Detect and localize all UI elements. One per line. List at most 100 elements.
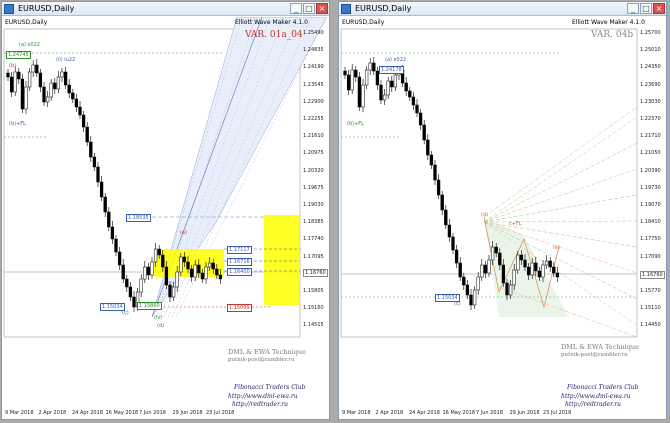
candle-body (426, 139, 430, 156)
price-tag: 1.15099 (227, 304, 252, 312)
fan-line (483, 116, 638, 223)
price-tag: 1.16716 (227, 258, 252, 266)
candle-body (143, 266, 147, 280)
price-tag: 1.15034 (100, 303, 125, 311)
price-axis-label: 1.18410 (640, 219, 661, 226)
candle-body (390, 80, 394, 88)
candle-body (42, 86, 46, 103)
close-button[interactable]: × (653, 3, 665, 14)
candle-body (494, 246, 498, 254)
close-button[interactable]: × (316, 3, 328, 14)
candle-body (505, 282, 509, 296)
wave-label: (d) (157, 323, 165, 329)
candle-body (530, 262, 534, 276)
price-axis-label: 1.19730 (640, 184, 661, 191)
footer-url-2[interactable]: http://redtrader.ru (565, 401, 621, 408)
candle-body (555, 272, 560, 278)
price-axis-label: 1.25010 (640, 47, 661, 54)
candle-body (476, 276, 480, 291)
candle-body (480, 264, 484, 278)
candle-body (153, 248, 158, 263)
price-axis-label: 1.22370 (640, 116, 661, 122)
price-axis-label: 1.19070 (640, 202, 661, 208)
candle-body (454, 249, 459, 264)
candle-body (382, 94, 387, 101)
candle-body (96, 166, 100, 183)
price-axis-label: 1.24835 (303, 47, 324, 54)
chart-window-right[interactable]: EURUSD,Daily _ □ × EURUSD,Daily Elliott … (338, 1, 667, 420)
candle-body (27, 71, 32, 88)
minimize-button[interactable]: _ (627, 3, 639, 14)
candle-body (433, 164, 437, 181)
wave-label: (b)+FL (347, 121, 364, 127)
candle-body (218, 274, 223, 280)
candle-body (117, 251, 122, 266)
price-axis-label: 1.20320 (303, 167, 324, 174)
candle-body (537, 270, 542, 278)
watermark-email: putnik-post@rambler.ru (561, 352, 628, 358)
window-titlebar[interactable]: EURUSD,Daily _ □ × (2, 2, 329, 16)
candle-body (354, 69, 358, 78)
candle-body (128, 286, 133, 298)
maximize-button[interactable]: □ (303, 3, 315, 14)
candle-body (501, 264, 506, 284)
fan-line (483, 106, 638, 218)
price-chart[interactable]: EURUSD,Daily Elliott Wave Maker 4.1.0 VA… (339, 17, 666, 419)
watermark-title: DML & EWA Technique (561, 343, 639, 351)
candle-body (462, 276, 466, 286)
candle-body (9, 76, 14, 93)
price-axis-label: 1.24190 (303, 64, 324, 71)
indicator-name: Elliott Wave Maker 4.1.0 (235, 19, 308, 26)
date-axis-label: 7 Jun 2018 (476, 410, 503, 416)
wave-label: (a) x022 (385, 57, 407, 63)
candle-body (114, 238, 118, 253)
minimize-button[interactable]: _ (290, 3, 302, 14)
candle-body (211, 262, 215, 270)
candle-body (71, 92, 75, 100)
candle-body (150, 261, 154, 276)
candle-body (215, 268, 219, 276)
chart-window-left[interactable]: EURUSD,Daily _ □ × EURUSD,Daily Elliott … (1, 1, 330, 420)
plot-frame (340, 28, 638, 338)
price-axis-label: 1.14450 (640, 322, 661, 329)
price-axis-label: 1.15160 (303, 305, 324, 312)
candle-body (508, 284, 513, 296)
candle-body (516, 254, 520, 271)
candle-body (436, 179, 441, 196)
candle-body (103, 196, 107, 213)
candle-body (164, 266, 169, 286)
date-axis-label: 16 May 2018 (105, 410, 139, 416)
indicator-name: Elliott Wave Maker 4.1.0 (572, 19, 645, 26)
candlestick-plot[interactable] (339, 17, 666, 419)
date-axis-label: 24 Apr 2018 (72, 410, 103, 416)
candle-body (20, 78, 25, 110)
fan-line (483, 220, 638, 223)
candle-body (121, 264, 125, 280)
price-axis-label: 1.17090 (640, 253, 661, 260)
candle-body (193, 264, 197, 278)
price-axis-label: 1.24350 (640, 64, 661, 71)
candle-body (447, 224, 452, 238)
date-axis-label: 23 Jul 2018 (543, 410, 572, 416)
candle-body (541, 264, 545, 278)
maximize-button[interactable]: □ (640, 3, 652, 14)
candle-body (161, 254, 165, 268)
price-axis-label: 1.21610 (303, 133, 324, 140)
watermark-title: DML & EWA Technique (228, 348, 306, 356)
window-titlebar[interactable]: EURUSD,Daily _ □ × (339, 2, 666, 16)
candle-body (404, 82, 408, 92)
price-axis-label: 1.21050 (640, 150, 661, 157)
candle-body (35, 64, 39, 74)
footer-title: Fibonacci Traders Club (567, 384, 639, 391)
candle-body (498, 252, 502, 266)
footer-url-1[interactable]: http://www.dml-ewa.ru (228, 393, 298, 400)
footer-url-1[interactable]: http://www.dml-ewa.ru (561, 393, 631, 400)
price-chart[interactable]: EURUSD,Daily Elliott Wave Maker 4.1.0 VA… (2, 17, 329, 419)
candle-body (81, 114, 86, 128)
wave-label: (a) x022 (19, 42, 41, 48)
footer-url-2[interactable]: http://redtrader.ru (232, 401, 288, 408)
date-axis-label: 9 Mar 2018 (5, 410, 34, 416)
candle-body (78, 106, 82, 116)
candle-body (197, 264, 201, 274)
current-price-label: 1.16760 (303, 269, 328, 277)
